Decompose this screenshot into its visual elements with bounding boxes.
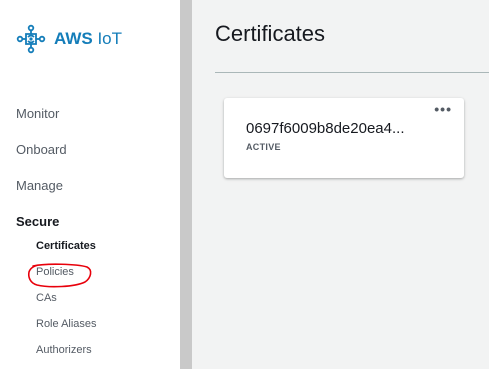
aws-iot-logo-icon (16, 24, 46, 54)
subnav-item-certificates[interactable]: Certificates (36, 240, 96, 252)
nav-item-secure[interactable]: Secure (16, 214, 59, 229)
brand-name-aws: AWS (54, 29, 93, 48)
aws-iot-console: AWS IoT Monitor Onboard Manage Secure Ce… (0, 0, 489, 369)
page-title: Certificates (215, 21, 326, 46)
certificate-card[interactable]: ••• 0697f6009b8de20ea4... ACTIVE (224, 98, 464, 178)
brand[interactable]: AWS IoT (16, 24, 122, 54)
sidebar-divider[interactable] (180, 0, 192, 369)
sidebar: AWS IoT Monitor Onboard Manage Secure Ce… (0, 0, 180, 369)
certificate-id[interactable]: 0697f6009b8de20ea4... (246, 120, 405, 137)
nav-item-manage[interactable]: Manage (16, 178, 63, 193)
nav-item-onboard[interactable]: Onboard (16, 142, 67, 157)
red-annotation-circle (27, 263, 92, 288)
subnav-item-role-aliases[interactable]: Role Aliases (36, 318, 97, 330)
main-content: Certificates ••• 0697f6009b8de20ea4... A… (192, 0, 489, 369)
subnav-item-cas[interactable]: CAs (36, 292, 57, 304)
nav-item-monitor[interactable]: Monitor (16, 106, 59, 121)
more-options-icon[interactable]: ••• (434, 102, 452, 116)
certificate-status: ACTIVE (246, 142, 281, 152)
brand-name-iot: IoT (92, 29, 123, 48)
title-divider (215, 72, 489, 73)
subnav-item-authorizers[interactable]: Authorizers (36, 344, 92, 356)
brand-name: AWS IoT (54, 29, 122, 49)
